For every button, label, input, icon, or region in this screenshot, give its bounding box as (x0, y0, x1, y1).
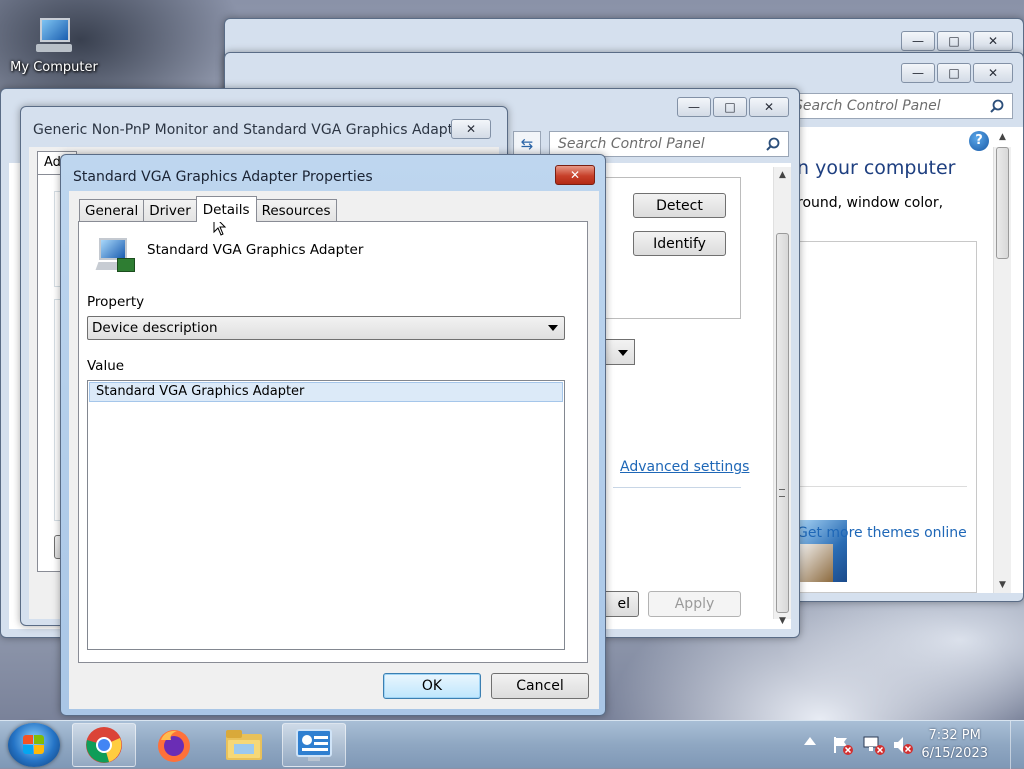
maximize-button[interactable]: □ (937, 63, 971, 83)
action-center-flag-icon[interactable] (832, 735, 854, 755)
value-list[interactable]: Standard VGA Graphics Adapter (87, 380, 565, 650)
property-selected-value: Device description (92, 320, 218, 336)
control-panel-icon (296, 729, 332, 761)
taskbar-chrome[interactable] (72, 723, 136, 767)
close-button[interactable]: ✕ (749, 97, 789, 117)
system-clock[interactable]: 7:32 PM 6/15/2023 (921, 727, 988, 763)
search-placeholder: Search Control Panel (794, 98, 941, 114)
maximize-button[interactable]: □ (937, 31, 971, 51)
search-placeholder: Search Control Panel (558, 136, 705, 152)
tab-strip: General Driver Details Resources (79, 196, 337, 222)
computer-icon (32, 14, 76, 54)
taskbar-control-panel[interactable] (282, 723, 346, 767)
chevron-down-icon (618, 350, 628, 356)
list-item-text: Standard VGA Graphics Adapter (96, 384, 305, 399)
taskbar-file-explorer[interactable] (212, 723, 276, 767)
windows-logo-icon (23, 735, 45, 755)
adapter-properties-dialog[interactable]: Standard VGA Graphics Adapter Properties… (60, 154, 606, 716)
show-desktop-button[interactable] (1010, 721, 1024, 769)
close-button[interactable]: ✕ (555, 165, 595, 185)
cancel-button[interactable]: Cancel (491, 673, 589, 699)
content-scrollbar[interactable]: ▲ ▼ (773, 167, 791, 626)
detect-button[interactable]: Detect (633, 193, 726, 218)
identify-button[interactable]: Identify (633, 231, 726, 256)
property-dropdown[interactable]: Device description (87, 316, 565, 340)
dialog-title: Standard VGA Graphics Adapter Properties (73, 169, 373, 185)
cancel-button-label: el (617, 596, 630, 612)
ok-button[interactable]: OK (383, 673, 481, 699)
start-button[interactable] (8, 723, 60, 767)
display-adapter-icon (95, 238, 135, 276)
maximize-button[interactable]: □ (713, 97, 747, 117)
desktop-icon-my-computer[interactable]: My Computer (4, 14, 104, 75)
tab-page-details: Standard VGA Graphics Adapter Property D… (78, 221, 588, 663)
themes-divider (797, 486, 967, 487)
page-description: round, window color, (797, 195, 944, 211)
control-panel-content: ? n your computer round, window color, G… (797, 127, 1023, 593)
close-button[interactable]: ✕ (973, 63, 1013, 83)
minimize-button[interactable]: — (901, 31, 935, 51)
minimize-button[interactable]: — (901, 63, 935, 83)
get-more-themes-link[interactable]: Get more themes online (797, 525, 967, 541)
tab-driver[interactable]: Driver (143, 199, 197, 221)
tab-partial-label: Ad (44, 155, 61, 170)
clock-time: 7:32 PM (928, 728, 981, 743)
search-input[interactable]: Search Control Panel (785, 93, 1013, 119)
search-icon (990, 99, 1004, 113)
show-hidden-icons-button[interactable] (804, 737, 816, 745)
chevron-down-icon (548, 325, 558, 331)
dialog-body: General Driver Details Resources Standar… (69, 191, 599, 709)
property-label: Property (87, 294, 145, 310)
resolution-dropdown[interactable] (605, 339, 635, 365)
taskbar-firefox[interactable] (142, 723, 206, 767)
desktop-icon-label: My Computer (10, 60, 98, 75)
content-scrollbar[interactable]: ▲ ▼ (993, 132, 1011, 593)
value-label: Value (87, 358, 125, 374)
device-name: Standard VGA Graphics Adapter (147, 242, 364, 258)
close-button[interactable]: ✕ (973, 31, 1013, 51)
advanced-settings-link[interactable]: Advanced settings (620, 459, 749, 475)
scrollbar-grip-icon (779, 489, 785, 497)
page-heading: n your computer (797, 157, 956, 179)
taskbar: 7:32 PM 6/15/2023 (0, 720, 1024, 769)
chrome-icon (86, 727, 122, 763)
search-icon (766, 137, 780, 151)
firefox-icon (158, 730, 190, 762)
volume-muted-icon[interactable] (892, 735, 914, 755)
help-icon[interactable]: ? (969, 131, 989, 151)
apply-button[interactable]: Apply (648, 591, 741, 617)
network-icon[interactable] (862, 735, 886, 755)
minimize-button[interactable]: — (677, 97, 711, 117)
clock-date: 6/15/2023 (921, 746, 988, 761)
file-explorer-icon (226, 730, 262, 760)
list-item[interactable]: Standard VGA Graphics Adapter (89, 382, 563, 402)
tab-details[interactable]: Details (195, 196, 257, 222)
window-title: Generic Non-PnP Monitor and Standard VGA… (33, 122, 476, 138)
close-button[interactable]: ✕ (451, 119, 491, 139)
content-divider (613, 487, 741, 488)
tab-resources[interactable]: Resources (255, 199, 337, 221)
tab-general[interactable]: General (79, 199, 145, 221)
